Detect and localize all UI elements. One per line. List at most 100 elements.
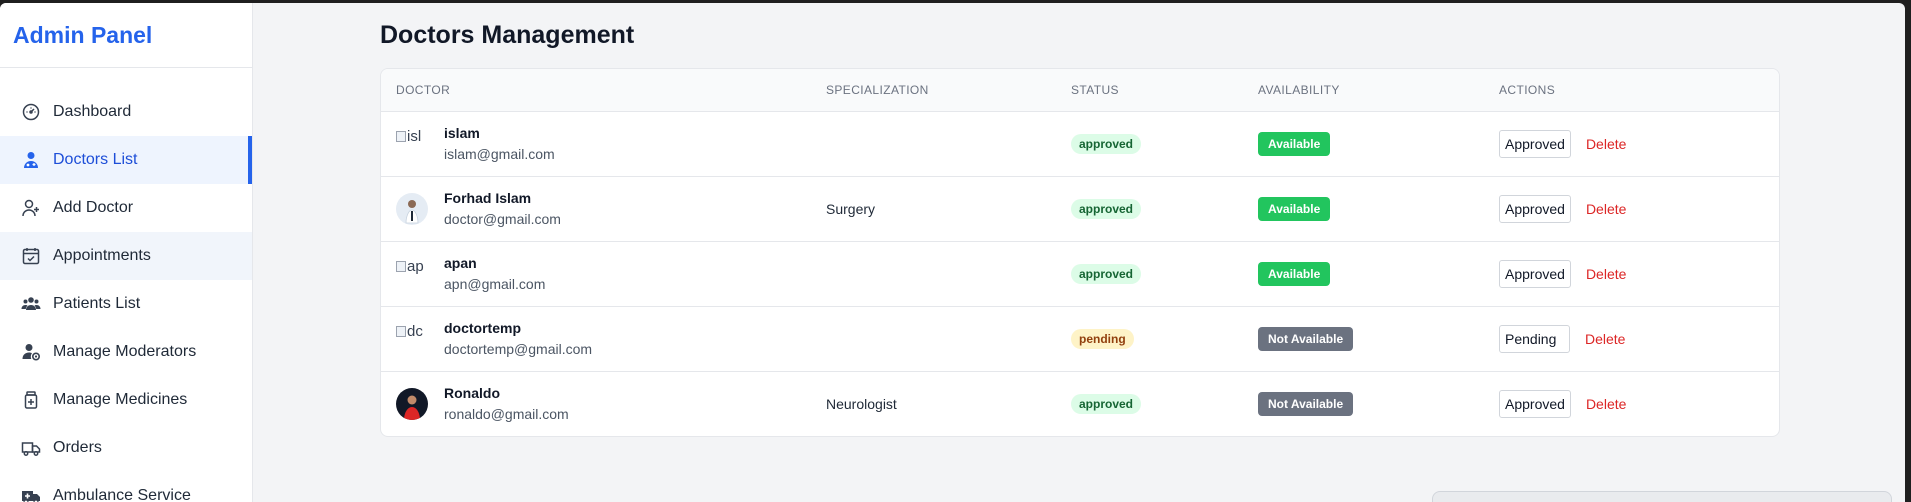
column-header-doctor: DOCTOR (396, 82, 451, 97)
specialization-cell: Neurologist (826, 395, 897, 412)
status-badge: approved (1071, 263, 1142, 284)
sidebar-item-appointments[interactable]: Appointments (0, 232, 252, 280)
status-select[interactable]: Approved (1499, 129, 1571, 158)
add-user-icon (21, 198, 41, 218)
table-row: Ronaldo ronaldo@gmail.com Neurologist ap… (381, 371, 1779, 436)
delete-button[interactable]: Delete (1586, 266, 1626, 282)
column-header-actions: ACTIONS (1499, 82, 1556, 97)
user-gear-icon (21, 342, 41, 362)
broken-image-icon (396, 260, 406, 272)
doctor-photo-icon (404, 395, 420, 420)
status-cell: approved (1056, 176, 1243, 241)
floating-widget[interactable] (1432, 491, 1892, 502)
status-select[interactable]: Approved (1499, 194, 1571, 223)
sidebar-item-manage-moderators[interactable]: Manage Moderators (0, 328, 252, 376)
medicine-bottle-icon (21, 390, 41, 410)
doctor-email: doctor@gmail.com (444, 211, 561, 227)
doctor-email: apn@gmail.com (444, 276, 546, 292)
column-header-specialization: SPECIALIZATION (826, 82, 929, 97)
status-select[interactable]: Approved (1499, 259, 1571, 288)
status-select[interactable]: Approved (1499, 389, 1571, 418)
delete-button[interactable]: Delete (1586, 136, 1626, 152)
sidebar-item-label: Manage Moderators (53, 343, 197, 360)
status-cell: approved (1056, 371, 1243, 436)
availability-badge[interactable]: Available (1258, 196, 1331, 221)
specialization-cell (811, 306, 1056, 371)
sidebar-item-label: Add Doctor (53, 199, 134, 216)
doctor-name: Ronaldo (444, 385, 500, 402)
status-cell: approved (1056, 111, 1243, 176)
sidebar-item-label: Patients List (53, 295, 141, 312)
column-header-status: STATUS (1071, 82, 1119, 97)
sidebar-item-add-doctor[interactable]: Add Doctor (0, 184, 252, 232)
doctors-table-card: DOCTOR SPECIALIZATION STATUS AVAILABILIT… (380, 68, 1780, 437)
availability-badge[interactable]: Available (1258, 131, 1331, 156)
doctor-name: Forhad Islam (444, 190, 532, 206)
doctor-email: islam@gmail.com (444, 146, 555, 162)
availability-cell: Available (1243, 111, 1484, 176)
brand-title: Admin Panel (0, 3, 252, 68)
actions-cell: Approved Delete (1484, 176, 1779, 241)
broken-image-icon (396, 325, 406, 337)
availability-badge[interactable]: Not Available (1258, 326, 1354, 351)
doctor-cell: isl islam islam@gmail.com (381, 111, 811, 176)
delete-button[interactable]: Delete (1585, 331, 1625, 347)
doctor-avatar: isl (396, 128, 428, 160)
doctor-name: islam (444, 125, 480, 141)
sidebar-nav: Dashboard Doctors List Add Doctor Appoin… (0, 68, 252, 502)
sidebar-item-doctors-list[interactable]: Doctors List (0, 136, 252, 184)
status-select[interactable]: Pending (1499, 324, 1570, 353)
table-row: Forhad Islam doctor@gmail.com Surgery ap… (381, 176, 1779, 241)
specialization-cell (811, 111, 1056, 176)
actions-cell: Approved Delete (1484, 241, 1779, 306)
availability-badge[interactable]: Available (1258, 261, 1331, 286)
doctor-cell: Ronaldo ronaldo@gmail.com (381, 371, 811, 436)
page-title: Doctors Management (380, 21, 635, 49)
sidebar: Admin Panel Dashboard Doctors List Add D… (0, 3, 253, 502)
availability-cell: Not Available (1243, 371, 1484, 436)
doctor-name: doctortemp (444, 320, 521, 336)
doctor-icon (21, 150, 41, 170)
sidebar-item-label: Dashboard (53, 103, 132, 120)
status-badge: pending (1071, 328, 1134, 349)
table-header-row: DOCTOR SPECIALIZATION STATUS AVAILABILIT… (381, 69, 1779, 111)
sidebar-item-orders[interactable]: Orders (0, 424, 252, 472)
doctor-name: apan (444, 255, 477, 271)
users-icon (21, 294, 41, 314)
doctor-email: doctortemp@gmail.com (444, 341, 593, 357)
sidebar-item-manage-medicines[interactable]: Manage Medicines (0, 376, 252, 424)
doctors-table: DOCTOR SPECIALIZATION STATUS AVAILABILIT… (381, 69, 1779, 436)
sidebar-item-label: Doctors List (53, 151, 138, 168)
delete-button[interactable]: Delete (1586, 201, 1626, 217)
availability-cell: Available (1243, 241, 1484, 306)
column-header-availability: AVAILABILITY (1258, 82, 1340, 97)
table-row: isl islam islam@gmail.com approved Avail… (381, 111, 1779, 176)
specialization-cell (811, 241, 1056, 306)
actions-cell: Pending Delete (1484, 306, 1779, 371)
availability-badge[interactable]: Not Available (1258, 391, 1354, 416)
specialization-cell: Surgery (826, 200, 876, 217)
doctor-cell: dc doctortemp doctortemp@gmail.com (381, 306, 811, 371)
actions-cell: Approved Delete (1484, 371, 1779, 436)
table-row: dc doctortemp doctortemp@gmail.com pendi… (381, 306, 1779, 371)
sidebar-item-label: Appointments (53, 247, 151, 264)
doctor-avatar: dc (396, 323, 428, 355)
doctor-avatar (396, 192, 428, 225)
doctor-avatar (396, 387, 428, 420)
actions-cell: Approved Delete (1484, 111, 1779, 176)
sidebar-item-dashboard[interactable]: Dashboard (0, 88, 252, 136)
doctor-avatar: ap (396, 258, 428, 290)
broken-image-icon (396, 130, 406, 142)
sidebar-item-patients-list[interactable]: Patients List (0, 280, 252, 328)
delete-button[interactable]: Delete (1586, 396, 1626, 412)
status-cell: approved (1056, 241, 1243, 306)
doctor-photo-icon (405, 199, 419, 223)
availability-cell: Available (1243, 176, 1484, 241)
sidebar-item-ambulance-service[interactable]: Ambulance Service (0, 472, 252, 502)
status-badge: approved (1071, 133, 1142, 154)
sidebar-item-label: Manage Medicines (53, 391, 188, 408)
sidebar-item-label: Ambulance Service (53, 487, 191, 502)
doctor-cell: ap apan apn@gmail.com (381, 241, 811, 306)
calendar-check-icon (21, 246, 41, 266)
app-window: Admin Panel Dashboard Doctors List Add D… (0, 3, 1905, 502)
